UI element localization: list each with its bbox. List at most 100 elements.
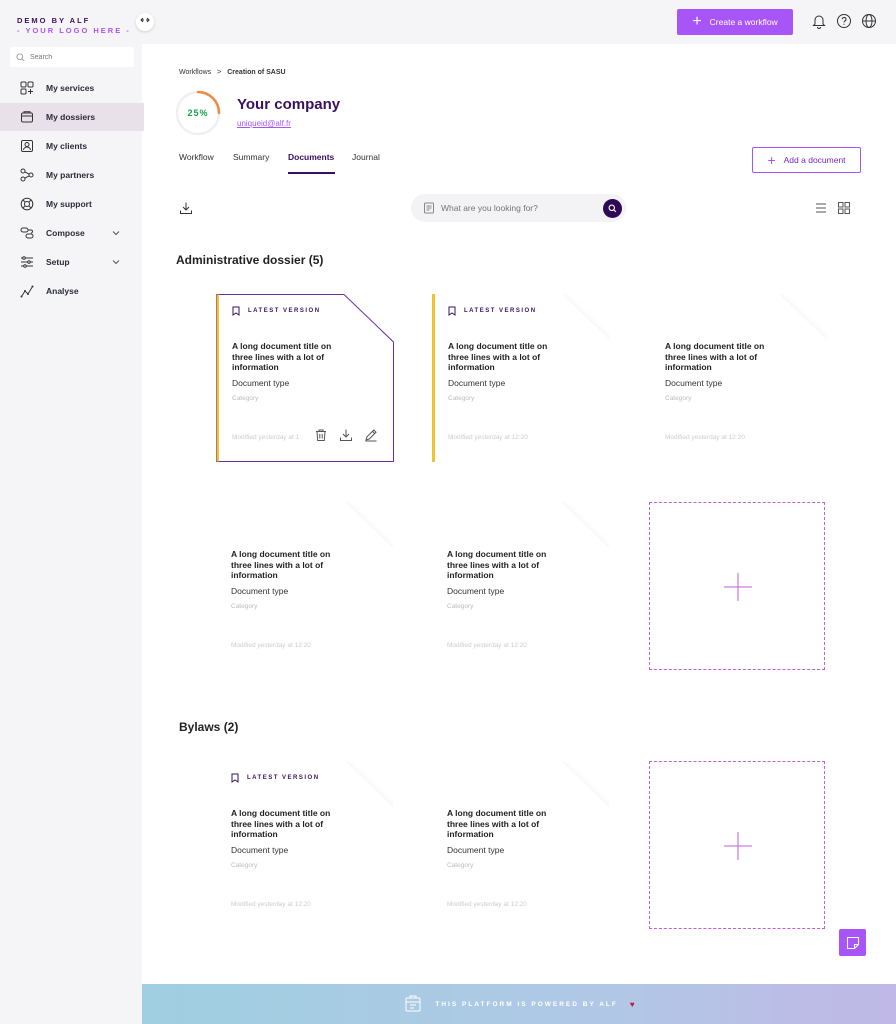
document-modified: Modified yesterday at 12:20	[231, 642, 311, 649]
document-card[interactable]: A long document title on three lines wit…	[215, 502, 393, 670]
compose-icon	[20, 227, 34, 239]
document-category: Category	[232, 395, 259, 402]
sidebar-item-label: Compose	[46, 228, 85, 238]
sidebar-item-dossiers[interactable]: My dossiers	[0, 103, 144, 131]
document-search[interactable]	[411, 194, 626, 222]
sticky-note-icon	[846, 936, 859, 949]
document-card[interactable]: A long document title on three lines wit…	[649, 294, 827, 462]
sidebar-item-partners[interactable]: My partners	[0, 161, 144, 189]
collapse-icon	[140, 17, 150, 23]
sidebar-search-input[interactable]	[30, 53, 125, 61]
plus-icon	[724, 832, 752, 860]
sidebar-item-label: My support	[46, 199, 92, 209]
sidebar-item-analyse[interactable]: Analyse	[0, 277, 144, 305]
company-email[interactable]: uniqueid@alf.fr	[237, 119, 291, 128]
document-modified: Modified yesterday at 12:20	[448, 434, 528, 441]
add-document-label: Add a document	[783, 155, 846, 165]
document-category: Category	[447, 862, 474, 869]
document-card[interactable]: A long document title on three lines wit…	[431, 761, 609, 929]
globe-icon[interactable]	[861, 13, 877, 29]
sidebar-item-support[interactable]: My support	[0, 190, 144, 218]
analyse-icon	[20, 285, 34, 298]
section-title: Administrative dossier (5)	[176, 253, 324, 267]
document-search-icon	[424, 202, 434, 214]
document-category: Category	[231, 862, 258, 869]
collapse-sidebar-button[interactable]	[136, 13, 154, 31]
sidebar-search[interactable]	[10, 47, 134, 67]
setup-icon	[21, 256, 33, 268]
document-modified: Modified yesterday at 1	[232, 434, 300, 441]
search-submit-button[interactable]	[603, 199, 622, 218]
sidebar-item-label: Analyse	[46, 286, 79, 296]
badge-label: LATEST VERSION	[247, 775, 320, 781]
document-card[interactable]: A long document title on three lines wit…	[431, 502, 609, 670]
document-search-input[interactable]	[441, 203, 591, 213]
sidebar-item-setup[interactable]: Setup	[0, 248, 144, 276]
search-icon	[16, 52, 25, 61]
delete-icon[interactable]	[314, 428, 328, 442]
document-card[interactable]: LATEST VERSION A long document title on …	[215, 761, 393, 929]
document-type: Document type	[447, 586, 505, 596]
document-title: A long document title on three lines wit…	[232, 341, 332, 372]
plus-icon: +	[692, 13, 702, 30]
download-icon[interactable]	[339, 428, 353, 442]
list-view-icon[interactable]	[814, 201, 828, 215]
folder-icon	[21, 111, 33, 123]
plus-icon: +	[767, 152, 776, 168]
tab-summary[interactable]: Summary	[233, 152, 269, 162]
breadcrumb-separator: >	[217, 69, 222, 76]
logo[interactable]: DEMO BY ALF - YOUR LOGO HERE -	[17, 16, 131, 36]
document-title: A long document title on three lines wit…	[447, 549, 547, 580]
bookmark-icon	[448, 306, 456, 316]
edit-icon[interactable]	[364, 428, 378, 442]
tab-documents[interactable]: Documents	[288, 152, 334, 162]
sidebar-item-services[interactable]: My services	[0, 74, 144, 102]
document-modified: Modified yesterday at 12:20	[447, 901, 527, 908]
sidebar-item-label: Setup	[46, 257, 70, 267]
document-category: Category	[665, 395, 692, 402]
document-title: A long document title on three lines wit…	[231, 549, 331, 580]
document-category: Category	[231, 603, 258, 610]
create-workflow-button[interactable]: + Create a workflow	[677, 9, 793, 35]
grid-view-icon[interactable]	[837, 201, 851, 215]
document-type: Document type	[231, 845, 289, 855]
bookmark-icon	[231, 773, 239, 783]
document-title: A long document title on three lines wit…	[447, 808, 547, 839]
sidebar-item-label: My services	[46, 83, 95, 93]
add-document-card[interactable]	[649, 502, 825, 670]
top-bar: DEMO BY ALF - YOUR LOGO HERE - + Create …	[0, 0, 896, 44]
tab-journal[interactable]: Journal	[352, 152, 380, 162]
document-card[interactable]: LATEST VERSION A long document title on …	[432, 294, 610, 462]
breadcrumb-parent[interactable]: Workflows	[179, 69, 211, 76]
logo-line-1: DEMO BY ALF	[17, 16, 91, 25]
document-title: A long document title on three lines wit…	[231, 808, 331, 839]
heart-icon: ♥	[629, 999, 635, 1009]
clients-icon	[21, 140, 33, 152]
plus-icon	[724, 573, 752, 601]
latest-version-badge: LATEST VERSION	[448, 306, 537, 316]
badge-label: LATEST VERSION	[248, 308, 321, 314]
logo-line-2: - YOUR LOGO HERE -	[17, 26, 131, 35]
breadcrumb-current: Creation of SASU	[227, 69, 286, 76]
create-workflow-label: Create a workflow	[709, 17, 778, 27]
notes-button[interactable]	[839, 929, 866, 956]
document-type: Document type	[447, 845, 505, 855]
sidebar-item-clients[interactable]: My clients	[0, 132, 144, 160]
add-document-button[interactable]: + Add a document	[752, 147, 861, 173]
sidebar-item-compose[interactable]: Compose	[0, 219, 144, 247]
sidebar-item-label: My clients	[46, 141, 88, 151]
add-document-card[interactable]	[649, 761, 825, 929]
document-card[interactable]: LATEST VERSION A long document title on …	[216, 294, 394, 462]
company-name: Your company	[237, 96, 341, 113]
support-icon	[20, 197, 34, 211]
document-modified: Modified yesterday at 12:20	[447, 642, 527, 649]
help-icon[interactable]	[836, 13, 852, 29]
services-icon	[20, 81, 34, 95]
footer: THIS PLATFORM IS POWERED BY ALF ♥	[142, 984, 896, 1024]
section-title: Bylaws (2)	[179, 720, 239, 734]
platform-icon	[405, 995, 421, 1012]
tab-workflow[interactable]: Workflow	[179, 152, 214, 162]
download-icon[interactable]	[179, 201, 193, 215]
bell-icon[interactable]	[811, 13, 827, 29]
document-category: Category	[448, 395, 475, 402]
